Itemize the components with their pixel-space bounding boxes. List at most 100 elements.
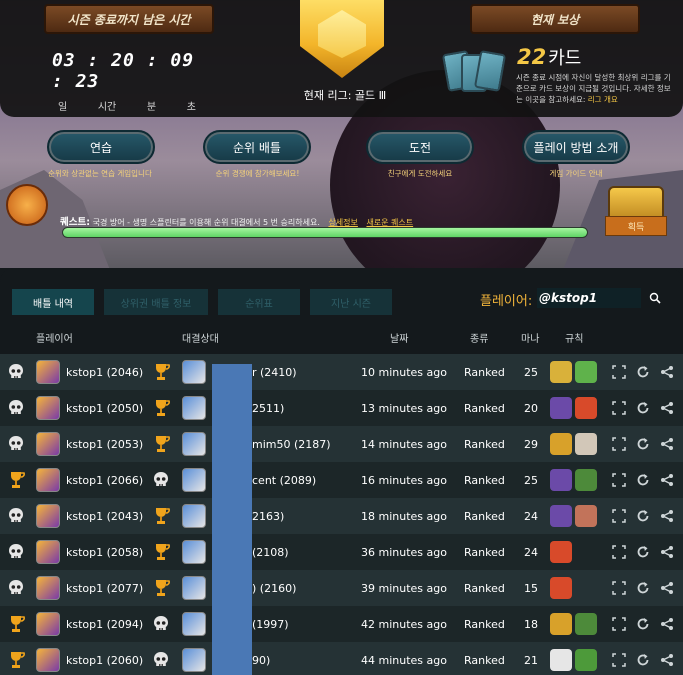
view-battle-icon[interactable] [612,354,626,390]
opponent-name[interactable]: r (2410) [252,354,297,390]
battle-row[interactable]: kstop1 (2077)) (2160) 39 minutes ago Ranke… [0,570,683,606]
replay-icon[interactable] [636,462,650,498]
opponent-avatar [182,534,206,570]
battle-type: Ranked [464,437,505,451]
share-icon[interactable] [660,642,674,675]
challenge-button[interactable]: 도전 [366,130,474,164]
season-timer-banner: 시즌 종료까지 남은 시간 [44,4,214,34]
rule-icon [575,613,597,635]
claim-reward-button[interactable]: 획득 [605,216,667,236]
ranked-battle-button[interactable]: 순위 배틀 [203,130,311,164]
opponent-name[interactable]: (1997) [252,606,289,642]
redaction-overlay [212,364,252,675]
skull-icon [7,390,25,426]
player-name[interactable]: kstop1 (2043) [66,498,143,534]
opponent-name[interactable]: 90) [252,642,270,675]
battle-row[interactable]: kstop1 (2050) 2511) 13 minutes ago Ranked 20 [0,390,683,426]
battle-mana: 25 [524,473,538,487]
share-icon[interactable] [660,606,674,642]
opponent-name[interactable]: cent (2089) [252,462,316,498]
battle-type: Ranked [464,581,505,595]
practice-desc: 순위와 상관없는 연습 게임입니다 [48,169,152,178]
rule-icon [575,397,597,419]
share-icon[interactable] [660,390,674,426]
view-battle-icon[interactable] [612,642,626,675]
replay-icon[interactable] [636,426,650,462]
column-header-player: 플레이어 [36,334,73,345]
battle-rules [550,642,600,675]
replay-icon[interactable] [636,570,650,606]
column-header-rules: 규칙 [565,334,584,345]
skull-icon [7,426,25,462]
battle-mana: 20 [524,401,538,415]
share-icon[interactable] [660,570,674,606]
battle-row[interactable]: kstop1 (2046) r (2410) 10 minutes ago Ranke… [0,354,683,390]
countdown-unit-second: 초 [186,102,196,113]
view-battle-icon[interactable] [612,534,626,570]
season-panel: 시즌 종료까지 남은 시간 03 : 20 : 09 : 23 일 시간 분 초… [0,0,683,268]
battle-row[interactable]: kstop1 (2043) 2163) 18 minutes ago Ranked 24 [0,498,683,534]
replay-icon[interactable] [636,498,650,534]
share-icon[interactable] [660,534,674,570]
replay-icon[interactable] [636,354,650,390]
quest-line: 퀘스트: 국경 방어 - 생명 스플린터를 이용해 순위 대결에서 5 번 승리… [60,214,413,228]
replay-icon[interactable] [636,534,650,570]
battle-rules [550,462,600,498]
battle-row[interactable]: kstop1 (2060) 90) 44 minutes ago Ranked 21 [0,642,683,675]
battle-row[interactable]: kstop1 (2053) mim50 (2187) 14 minutes ago R… [0,426,683,462]
battle-mana: 25 [524,365,538,379]
opponent-name[interactable]: mim50 (2187) [252,426,331,462]
replay-icon[interactable] [636,642,650,675]
battle-row[interactable]: kstop1 (2094) (1997) 42 minutes ago Ranked 1… [0,606,683,642]
history-tabs: 배틀 내역 상위권 배틀 정보 순위표 지난 시즌 [12,289,392,315]
tab-top-battles[interactable]: 상위권 배틀 정보 [104,289,208,315]
player-name[interactable]: kstop1 (2077) [66,570,143,606]
view-battle-icon[interactable] [612,606,626,642]
opponent-name[interactable]: ) (2160) [252,570,296,606]
practice-button[interactable]: 연습 [47,130,155,164]
season-countdown: 03 : 20 : 09 : 23 일 시간 분 초 [52,50,212,113]
current-reward-banner: 현재 보상 [470,4,640,34]
battle-row[interactable]: kstop1 (2058) (2108) 36 minutes ago Ranked 2… [0,534,683,570]
share-icon[interactable] [660,462,674,498]
quest-detail-link[interactable]: 상세정보 [328,218,357,227]
battle-row[interactable]: kstop1 (2066) cent (2089) 16 minutes ago Ra… [0,462,683,498]
trophy-icon [152,354,172,390]
replay-icon[interactable] [636,390,650,426]
player-name[interactable]: kstop1 (2094) [66,606,143,642]
share-icon[interactable] [660,498,674,534]
view-battle-icon[interactable] [612,390,626,426]
ranked-battle-desc: 순위 경쟁에 참가해보세요! [215,169,300,178]
new-quest-link[interactable]: 새로운 퀘스트 [366,218,413,227]
league-overview-link[interactable]: 리그 개요 [588,95,618,104]
skull-icon [152,606,170,642]
view-battle-icon[interactable] [612,462,626,498]
countdown-unit-minute: 분 [146,102,157,113]
share-icon[interactable] [660,354,674,390]
rule-icon [550,577,572,599]
share-icon[interactable] [660,426,674,462]
player-search-input[interactable] [537,288,641,308]
rule-icon [550,469,572,491]
player-name[interactable]: kstop1 (2053) [66,426,143,462]
view-battle-icon[interactable] [612,498,626,534]
player-name[interactable]: kstop1 (2066) [66,462,143,498]
opponent-avatar [182,498,206,534]
tab-last-season[interactable]: 지난 시즌 [310,289,392,315]
how-to-play-button[interactable]: 플레이 방법 소개 [522,130,630,164]
view-battle-icon[interactable] [612,570,626,606]
opponent-name[interactable]: (2108) [252,534,289,570]
replay-icon[interactable] [636,606,650,642]
player-name[interactable]: kstop1 (2050) [66,390,143,426]
view-battle-icon[interactable] [612,426,626,462]
card-count-value: 22 [517,45,547,69]
player-name[interactable]: kstop1 (2058) [66,534,143,570]
opponent-name[interactable]: 2511) [252,390,284,426]
player-name[interactable]: kstop1 (2060) [66,642,143,675]
battle-type: Ranked [464,473,505,487]
tab-leaderboard[interactable]: 순위표 [218,289,300,315]
player-name[interactable]: kstop1 (2046) [66,354,143,390]
tab-battle-history[interactable]: 배틀 내역 [12,289,94,315]
search-icon[interactable] [649,292,661,304]
opponent-name[interactable]: 2163) [252,498,284,534]
